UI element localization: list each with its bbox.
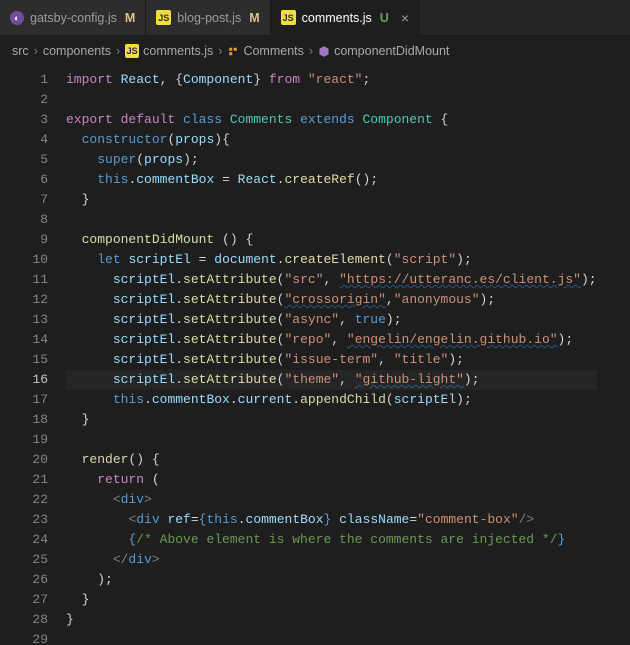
tab-bar: ◐ gatsby-config.js M JS blog-post.js M JS comme… xyxy=(0,0,630,36)
line-number: 26 xyxy=(0,570,48,590)
line-number: 19 xyxy=(0,430,48,450)
code-line[interactable]: super(props); xyxy=(66,150,597,170)
js-file-icon: JS xyxy=(156,10,171,25)
code-line[interactable]: import React, {Component} from "react"; xyxy=(66,70,597,90)
code-line[interactable]: </div> xyxy=(66,550,597,570)
close-icon[interactable]: × xyxy=(401,11,409,25)
code-line[interactable] xyxy=(66,210,597,230)
line-number: 4 xyxy=(0,130,48,150)
tab-comments-js[interactable]: JS comments.js U × xyxy=(271,0,420,35)
breadcrumb[interactable]: src›components›JScomments.js›Comments›co… xyxy=(0,36,630,66)
chevron-right-icon: › xyxy=(308,41,314,61)
code-line[interactable]: scriptEl.setAttribute("src", "https://ut… xyxy=(66,270,597,290)
line-number: 5 xyxy=(0,150,48,170)
code-line[interactable]: } xyxy=(66,190,597,210)
code-line[interactable]: scriptEl.setAttribute("issue-term", "tit… xyxy=(66,350,597,370)
line-number: 3 xyxy=(0,110,48,130)
code-line[interactable] xyxy=(66,90,597,110)
line-number: 18 xyxy=(0,410,48,430)
code-line[interactable]: {/* Above element is where the comments … xyxy=(66,530,597,550)
chevron-right-icon: › xyxy=(33,41,39,61)
line-number: 28 xyxy=(0,610,48,630)
code-line[interactable]: componentDidMount () { xyxy=(66,230,597,250)
chevron-right-icon: › xyxy=(115,41,121,61)
line-number: 2 xyxy=(0,90,48,110)
line-number: 13 xyxy=(0,310,48,330)
code-line[interactable]: scriptEl.setAttribute("async", true); xyxy=(66,310,597,330)
line-number: 16 xyxy=(0,370,48,390)
breadcrumb-item[interactable]: components xyxy=(43,41,111,61)
code-line[interactable]: } xyxy=(66,590,597,610)
breadcrumb-item[interactable]: comments.js xyxy=(143,41,213,61)
symbol-method-icon xyxy=(318,45,330,57)
line-number: 25 xyxy=(0,550,48,570)
code-line[interactable]: export default class Comments extends Co… xyxy=(66,110,597,130)
line-number: 10 xyxy=(0,250,48,270)
gatsby-icon: ◐ xyxy=(10,11,24,25)
js-file-icon: JS xyxy=(125,44,139,58)
vcs-badge: M xyxy=(249,8,259,28)
line-number: 1 xyxy=(0,70,48,90)
line-number: 8 xyxy=(0,210,48,230)
line-number: 12 xyxy=(0,290,48,310)
line-number: 14 xyxy=(0,330,48,350)
tab-blog-post-js[interactable]: JS blog-post.js M xyxy=(146,0,270,35)
breadcrumb-item[interactable]: componentDidMount xyxy=(334,41,449,61)
code-line[interactable]: this.commentBox.current.appendChild(scri… xyxy=(66,390,597,410)
code-line[interactable]: } xyxy=(66,410,597,430)
line-number: 22 xyxy=(0,490,48,510)
line-number: 6 xyxy=(0,170,48,190)
line-number: 21 xyxy=(0,470,48,490)
breadcrumb-item[interactable]: Comments xyxy=(243,41,303,61)
tab-label: comments.js xyxy=(302,8,372,28)
code-line[interactable]: this.commentBox = React.createRef(); xyxy=(66,170,597,190)
line-gutter: 1234567891011121314151617181920212223242… xyxy=(0,66,66,645)
vcs-badge: U xyxy=(380,8,389,28)
code-line[interactable]: constructor(props){ xyxy=(66,130,597,150)
line-number: 29 xyxy=(0,630,48,645)
line-number: 15 xyxy=(0,350,48,370)
vcs-badge: M xyxy=(125,8,135,28)
line-number: 7 xyxy=(0,190,48,210)
chevron-right-icon: › xyxy=(217,41,223,61)
line-number: 23 xyxy=(0,510,48,530)
code-line[interactable]: let scriptEl = document.createElement("s… xyxy=(66,250,597,270)
line-number: 27 xyxy=(0,590,48,610)
tab-label: blog-post.js xyxy=(177,8,241,28)
line-number: 11 xyxy=(0,270,48,290)
line-number: 24 xyxy=(0,530,48,550)
code-line[interactable] xyxy=(66,430,597,450)
line-number: 17 xyxy=(0,390,48,410)
code-line[interactable]: <div ref={this.commentBox} className="co… xyxy=(66,510,597,530)
code-line[interactable]: <div> xyxy=(66,490,597,510)
code-line[interactable]: return ( xyxy=(66,470,597,490)
code-line[interactable]: ); xyxy=(66,570,597,590)
js-file-icon: JS xyxy=(281,10,296,25)
code-line[interactable]: scriptEl.setAttribute("theme", "github-l… xyxy=(66,370,597,390)
code-editor[interactable]: 1234567891011121314151617181920212223242… xyxy=(0,66,630,645)
code-line[interactable]: scriptEl.setAttribute("crossorigin","ano… xyxy=(66,290,597,310)
breadcrumb-item[interactable]: src xyxy=(12,41,29,61)
code-area[interactable]: import React, {Component} from "react"; e… xyxy=(66,66,597,645)
code-line[interactable] xyxy=(66,630,597,645)
code-line[interactable]: render() { xyxy=(66,450,597,470)
code-line[interactable]: } xyxy=(66,610,597,630)
tab-label: gatsby-config.js xyxy=(30,8,117,28)
code-line[interactable]: scriptEl.setAttribute("repo", "engelin/e… xyxy=(66,330,597,350)
line-number: 20 xyxy=(0,450,48,470)
line-number: 9 xyxy=(0,230,48,250)
tab-gatsby-config-js[interactable]: ◐ gatsby-config.js M xyxy=(0,0,146,35)
symbol-class-icon xyxy=(227,45,239,57)
